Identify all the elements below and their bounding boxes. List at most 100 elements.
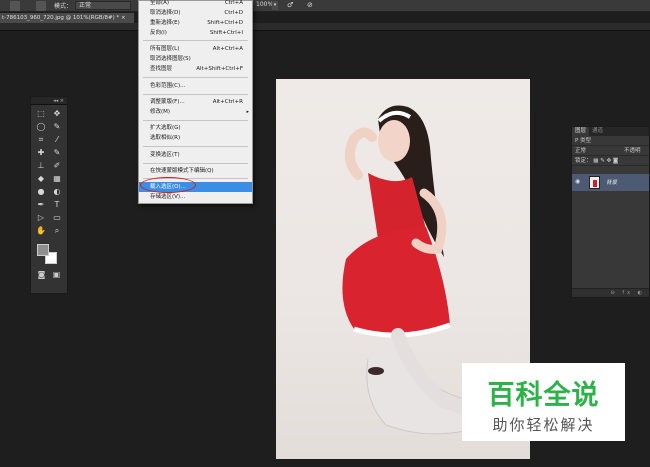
stamp-icon[interactable]: ⊥: [34, 161, 48, 171]
layer-thumbnail: [589, 176, 600, 189]
watermark-logo: 百科全说 助你轻松解决: [462, 363, 625, 441]
healing-icon[interactable]: ✚: [34, 148, 48, 158]
menu-item-modify[interactable]: 修改(M) ▸: [139, 107, 252, 117]
menu-item-label: 色彩范围(C)...: [150, 83, 186, 89]
opacity-dropdown-icon[interactable]: ▾: [272, 1, 278, 10]
menu-item-label: 选取相似(R): [150, 135, 181, 141]
menu-item-save-selection[interactable]: 存储选区(V)...: [139, 192, 252, 202]
watermark-title: 百科全说: [487, 380, 600, 411]
blend-mode-row: 正常 不透明: [572, 146, 649, 156]
screen-mode-icon[interactable]: ▣: [53, 270, 61, 279]
menu-separator: [143, 94, 248, 95]
menu-item-label: 修改(M): [150, 109, 171, 115]
path-select-icon[interactable]: ▷: [34, 213, 48, 223]
layer-row-background[interactable]: ◉ 背景: [572, 174, 649, 191]
layer-filter-select[interactable]: P 类型: [572, 136, 649, 146]
move-icon[interactable]: ✥: [50, 109, 64, 119]
menu-item-label: 存储选区(V)...: [150, 194, 186, 200]
options-bar: 模式： 正常 100% ▾ ♂ ⊘: [0, 0, 650, 12]
menu-item-grow[interactable]: 扩大选取(G): [139, 123, 252, 133]
brush-preset-icon[interactable]: [36, 1, 46, 11]
menu-separator: [143, 146, 248, 147]
submenu-arrow-icon: ▸: [246, 109, 249, 115]
tool-preset-icon[interactable]: [10, 1, 20, 11]
menu-item-label: 所有图层(L): [150, 46, 180, 52]
menu-item-label: 重新选择(E): [150, 20, 180, 26]
type-icon[interactable]: T: [50, 200, 64, 210]
color-swatches[interactable]: [31, 244, 67, 270]
hand-icon[interactable]: ✋: [34, 226, 48, 236]
select-menu: 全部(A) Ctrl+A 取消选择(D) Ctrl+D 重新选择(E) Shift+C…: [138, 0, 253, 204]
document-tab[interactable]: t-786103_960_720.jpg @ 101%(RGB/8#) * ×: [0, 13, 134, 23]
menu-item-find-layers[interactable]: 查找图层 Alt+Shift+Ctrl+F: [139, 64, 252, 74]
menu-item-color-range[interactable]: 色彩范围(C)...: [139, 81, 252, 91]
eyedropper-icon[interactable]: ⁄: [50, 135, 64, 145]
menu-item-label: 扩大选取(G): [150, 125, 181, 131]
highlight-circle-annotation: [140, 177, 196, 193]
marquee-icon[interactable]: ⬚: [34, 109, 48, 119]
shape-icon[interactable]: ▭: [50, 213, 64, 223]
menu-item-quick-mask-edit[interactable]: 在快速蒙版模式下编辑(Q): [139, 166, 252, 176]
layers-panel: 图层 通道 P 类型 正常 不透明 锁定： ▦ ✎ ✥ ◙ ◉ 背景 ⊖ fx …: [571, 126, 650, 298]
menu-item-similar[interactable]: 选取相似(R): [139, 133, 252, 143]
opacity-label: 不透明: [624, 148, 641, 154]
menu-item-shortcut: Ctrl+D: [224, 10, 243, 16]
mode-label: 模式：: [54, 3, 73, 10]
eraser-icon[interactable]: ◆: [34, 174, 48, 184]
menu-item-deselect-layers[interactable]: 取消选择图层(S): [139, 54, 252, 64]
foreground-color-swatch[interactable]: [37, 244, 49, 256]
lock-label: 锁定：: [575, 158, 592, 164]
pen-icon[interactable]: ✒: [34, 200, 48, 210]
menu-item-label: 调整蒙版(F)...: [150, 99, 185, 105]
menu-item-shortcut: Shift+Ctrl+D: [207, 20, 243, 26]
menu-item-refine-mask[interactable]: 调整蒙版(F)... Alt+Ctrl+R: [139, 97, 252, 107]
mode-select[interactable]: 正常: [75, 1, 131, 10]
menu-separator: [143, 163, 248, 164]
layers-footer-icons[interactable]: ⊖ fx ◐: [572, 288, 649, 297]
history-brush-icon[interactable]: ✐: [50, 161, 64, 171]
tools-panel: ◂◂ × ⬚ ✥ ◯ ✎ ⌗ ⁄ ✚ ✎ ⊥ ✐ ◆ ▦ ● ◐ ✒ T ▷ ▭…: [30, 96, 68, 294]
lasso-icon[interactable]: ◯: [34, 122, 48, 132]
menu-item-shortcut: Alt+Ctrl+A: [212, 46, 243, 52]
airbrush-icon[interactable]: ♂: [287, 1, 293, 9]
menu-separator: [143, 77, 248, 78]
menu-item-transform-selection[interactable]: 变换选区(T): [139, 150, 252, 160]
menu-item-inverse[interactable]: 反向(I) Shift+Ctrl+I: [139, 28, 252, 38]
brush-icon[interactable]: ✎: [50, 148, 64, 158]
menu-item-shortcut: Alt+Shift+Ctrl+F: [196, 66, 243, 72]
gradient-icon[interactable]: ▦: [50, 174, 64, 184]
tab-channels[interactable]: 通道: [589, 127, 606, 136]
menu-item-deselect[interactable]: 取消选择(D) Ctrl+D: [139, 8, 252, 18]
crop-icon[interactable]: ⌗: [34, 135, 48, 145]
lock-icons[interactable]: ▦ ✎ ✥ ◙: [593, 158, 618, 164]
menu-item-all-layers[interactable]: 所有图层(L) Alt+Ctrl+A: [139, 44, 252, 54]
tools-panel-header[interactable]: ◂◂ ×: [31, 97, 67, 105]
lock-row: 锁定： ▦ ✎ ✥ ◙: [572, 156, 649, 166]
menu-item-select-all[interactable]: 全部(A) Ctrl+A: [139, 0, 252, 8]
menu-item-label: 变换选区(T): [150, 152, 180, 158]
eye-icon[interactable]: ◉: [575, 178, 580, 185]
menu-item-shortcut: Shift+Ctrl+I: [209, 30, 243, 36]
menu-item-label: 全部(A): [150, 0, 170, 6]
quick-select-icon[interactable]: ✎: [50, 122, 64, 132]
zoom-icon[interactable]: ⌕: [50, 226, 64, 236]
blend-mode-select[interactable]: 正常: [575, 148, 586, 154]
dodge-icon[interactable]: ◐: [50, 187, 64, 197]
opacity-value[interactable]: 100%: [256, 1, 273, 10]
menu-item-reselect[interactable]: 重新选择(E) Shift+Ctrl+D: [139, 18, 252, 28]
menu-item-shortcut: Alt+Ctrl+R: [212, 99, 243, 105]
menu-item-label: 反向(I): [150, 30, 167, 36]
menu-item-label: 在快速蒙版模式下编辑(Q): [150, 168, 214, 174]
tab-layers[interactable]: 图层: [572, 127, 590, 136]
menu-item-label: 取消选择图层(S): [150, 56, 191, 62]
blur-icon[interactable]: ●: [34, 187, 48, 197]
watermark-subtitle: 助你轻松解决: [492, 416, 595, 434]
layers-panel-tabs: 图层 通道: [572, 127, 649, 136]
quick-mask-icon[interactable]: ◙: [38, 270, 46, 279]
menu-item-shortcut: Ctrl+A: [224, 0, 243, 6]
menu-item-label: 查找图层: [150, 66, 173, 72]
layer-name[interactable]: 背景: [606, 178, 617, 186]
menu-separator: [143, 40, 248, 41]
horizontal-ruler: [0, 23, 650, 31]
pressure-icon[interactable]: ⊘: [307, 1, 313, 9]
